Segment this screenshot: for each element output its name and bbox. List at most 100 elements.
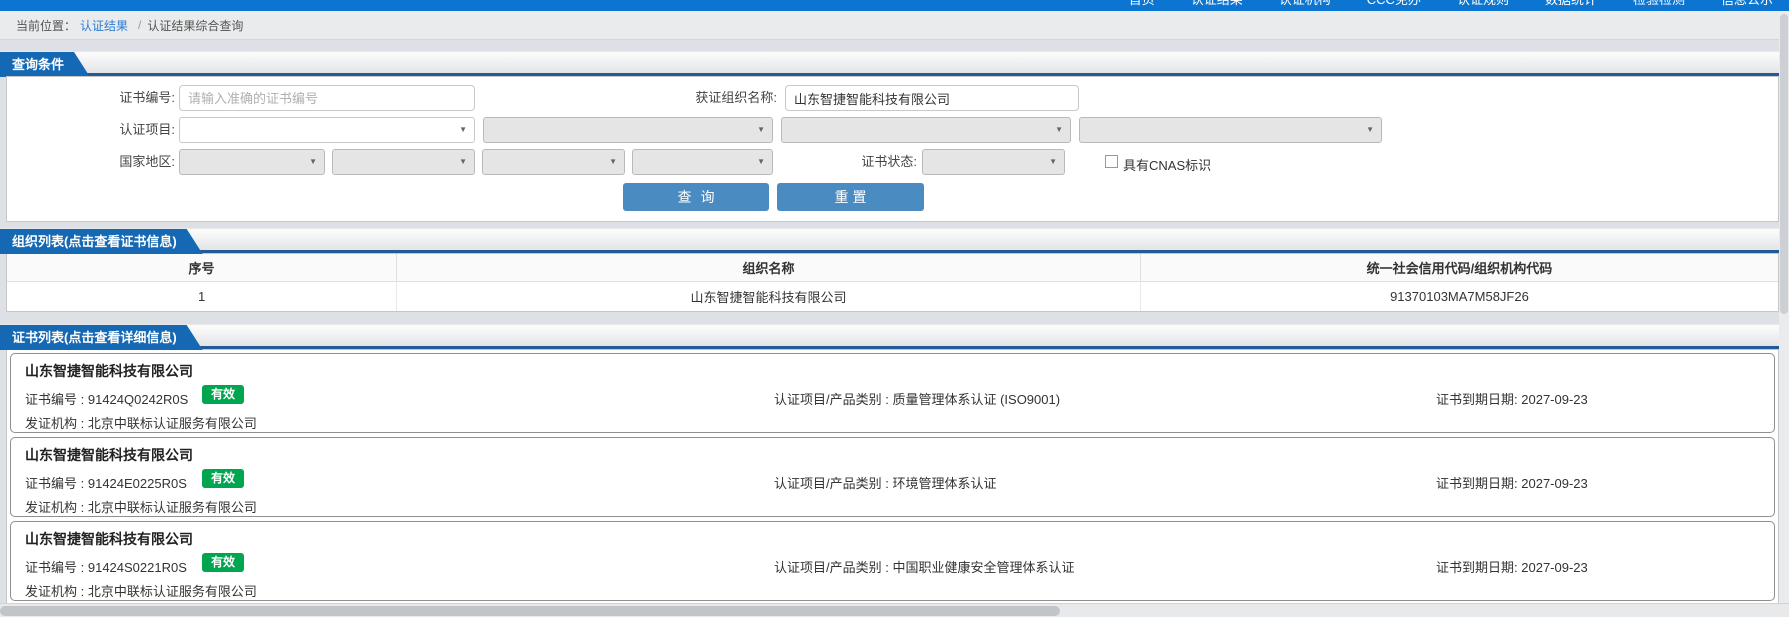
region-select-province[interactable] xyxy=(332,149,475,175)
nav-item-cert-bodies[interactable]: 认证机构 xyxy=(1279,0,1331,6)
cert-number-line: 证书编号 : 91424S0221R0S xyxy=(25,557,187,576)
cert-org-name: 山东智捷智能科技有限公司 xyxy=(25,447,193,463)
cert-category-value: 环境管理体系认证 xyxy=(892,476,997,491)
cert-issuer-line: 发证机构 : 北京中联标认证服务有限公司 xyxy=(25,581,257,600)
cert-number-line: 证书编号 : 91424Q0242R0S xyxy=(25,389,188,408)
cert-issuer-value: 北京中联标认证服务有限公司 xyxy=(87,500,257,515)
cert-number-input[interactable] xyxy=(179,85,475,111)
breadcrumb-prefix: 当前位置： xyxy=(16,18,77,33)
cert-card-3[interactable]: 山东智捷智能科技有限公司 证书编号 : 91424S0221R0S 有效 认证项… xyxy=(10,521,1775,601)
query-form-panel: 证书编号: 获证组织名称: 认证项目: 国家地区: 证书状态: 具有CNAS标识… xyxy=(6,76,1779,222)
reset-button[interactable]: 重置 xyxy=(777,183,924,211)
org-name-input[interactable] xyxy=(785,85,1079,111)
nav-item-statistics[interactable]: 数据统计 xyxy=(1545,0,1597,6)
cert-org-name: 山东智捷智能科技有限公司 xyxy=(25,531,193,547)
org-list-strip: 组织列表(点击查看证书信息) xyxy=(0,228,1779,253)
project-select-level2[interactable] xyxy=(483,117,773,143)
project-select-level1[interactable] xyxy=(179,117,475,143)
cert-issuer-line: 发证机构 : 北京中联标认证服务有限公司 xyxy=(25,413,257,432)
cert-expiry-label: 证书到期日期: xyxy=(1436,392,1518,407)
cert-number-label: 证书编号: xyxy=(119,90,175,105)
top-nav-menu: 首页 认证结果 认证机构 CCC免办 认证规则 数据统计 检验检测 信息公示 xyxy=(1129,0,1773,6)
cert-project-label: 认证项目: xyxy=(119,122,175,137)
cert-expiry-line: 证书到期日期: 2027-09-23 xyxy=(1436,473,1588,492)
query-conditions-tab: 查询条件 xyxy=(0,52,90,77)
cert-issuer-value: 北京中联标认证服务有限公司 xyxy=(87,416,257,431)
nav-item-ccc[interactable]: CCC免办 xyxy=(1367,0,1421,6)
nav-item-cert-results[interactable]: 认证结果 xyxy=(1191,0,1243,6)
region-label: 国家地区: xyxy=(119,154,175,169)
cert-number-value: 91424S0221R0S xyxy=(87,560,187,575)
org-col-code: 统一社会信用代码/组织机构代码 xyxy=(1139,254,1778,282)
cert-card-2[interactable]: 山东智捷智能科技有限公司 证书编号 : 91424E0225R0S 有效 认证项… xyxy=(10,437,1775,517)
cert-category-line: 认证项目/产品类别 : 环境管理体系认证 xyxy=(774,473,996,492)
cert-list-strip: 证书列表(点击查看详细信息) xyxy=(0,324,1779,349)
cnas-checkbox-label: 具有CNAS标识 xyxy=(1123,158,1212,173)
cert-expiry-value: 2027-09-23 xyxy=(1521,560,1588,575)
status-badge: 有效 xyxy=(202,385,245,404)
org-col-name: 组织名称 xyxy=(396,254,1141,282)
cert-status-label: 证书状态: xyxy=(861,154,917,169)
nav-item-inspection[interactable]: 检验检测 xyxy=(1633,0,1685,6)
project-select-level4[interactable] xyxy=(1079,117,1382,143)
nav-item-home[interactable]: 首页 xyxy=(1129,0,1155,6)
region-select-district[interactable] xyxy=(632,149,773,175)
cert-card-1[interactable]: 山东智捷智能科技有限公司 证书编号 : 91424Q0242R0S 有效 认证项… xyxy=(10,353,1775,433)
cert-number-line: 证书编号 : 91424E0225R0S xyxy=(25,473,187,492)
cert-category-line: 认证项目/产品类别 : 中国职业健康安全管理体系认证 xyxy=(774,557,1074,576)
cert-issuer-line: 发证机构 : 北京中联标认证服务有限公司 xyxy=(25,497,257,516)
horizontal-scrollbar-thumb[interactable] xyxy=(0,606,1060,616)
cert-issuer-value: 北京中联标认证服务有限公司 xyxy=(87,584,257,599)
org-list-tab: 组织列表(点击查看证书信息) xyxy=(0,229,203,254)
cert-number-label: 证书编号 : xyxy=(25,476,85,491)
cert-org-name: 山东智捷智能科技有限公司 xyxy=(25,363,193,379)
region-select-country[interactable] xyxy=(179,149,325,175)
cert-expiry-value: 2027-09-23 xyxy=(1521,476,1588,491)
cert-category-value: 质量管理体系认证 (ISO9001) xyxy=(892,392,1061,407)
cert-issuer-label: 发证机构 : xyxy=(25,584,85,599)
cert-status-select[interactable] xyxy=(922,149,1065,175)
breadcrumb-link-cert-results[interactable]: 认证结果 xyxy=(80,17,128,34)
org-list-panel: 序号 组织名称 统一社会信用代码/组织机构代码 1 山东智捷智能科技有限公司 9… xyxy=(6,253,1779,312)
cert-expiry-label: 证书到期日期: xyxy=(1436,560,1518,575)
cnas-checkbox[interactable] xyxy=(1105,155,1118,168)
org-table-header-row: 序号 组织名称 统一社会信用代码/组织机构代码 xyxy=(7,254,1778,282)
cert-list-tab: 证书列表(点击查看详细信息) xyxy=(0,325,203,350)
top-navigation-bar: 首页 认证结果 认证机构 CCC免办 认证规则 数据统计 检验检测 信息公示 xyxy=(0,0,1789,11)
org-table-row[interactable]: 1 山东智捷智能科技有限公司 91370103MA7M58JF26 xyxy=(7,280,1778,311)
breadcrumb-separator: / xyxy=(138,18,142,32)
project-select-level3[interactable] xyxy=(781,117,1071,143)
cert-category-label: 认证项目/产品类别 : xyxy=(774,392,889,407)
cert-category-value: 中国职业健康安全管理体系认证 xyxy=(892,560,1075,575)
nav-item-public-info[interactable]: 信息公示 xyxy=(1721,0,1773,6)
query-conditions-strip: 查询条件 xyxy=(0,51,1779,76)
org-table: 序号 组织名称 统一社会信用代码/组织机构代码 1 山东智捷智能科技有限公司 9… xyxy=(7,254,1778,311)
region-select-city[interactable] xyxy=(482,149,625,175)
cert-issuer-label: 发证机构 : xyxy=(25,416,85,431)
breadcrumb: 当前位置： 认证结果 / 认证结果综合查询 xyxy=(0,11,1789,40)
horizontal-scrollbar[interactable] xyxy=(0,603,1789,617)
org-row-code: 91370103MA7M58JF26 xyxy=(1139,280,1778,311)
nav-item-cert-rules[interactable]: 认证规则 xyxy=(1457,0,1509,6)
breadcrumb-current-page: 认证结果综合查询 xyxy=(147,18,244,33)
cert-category-line: 认证项目/产品类别 : 质量管理体系认证 (ISO9001) xyxy=(774,389,1060,408)
cert-expiry-line: 证书到期日期: 2027-09-23 xyxy=(1436,557,1588,576)
search-button[interactable]: 查询 xyxy=(623,183,769,211)
cert-category-label: 认证项目/产品类别 : xyxy=(774,476,889,491)
status-badge: 有效 xyxy=(202,553,245,572)
status-badge: 有效 xyxy=(202,469,245,488)
cert-expiry-label: 证书到期日期: xyxy=(1436,476,1518,491)
vertical-scrollbar-thumb[interactable] xyxy=(1780,14,1788,314)
cert-number-value: 91424E0225R0S xyxy=(87,476,187,491)
org-row-name[interactable]: 山东智捷智能科技有限公司 xyxy=(396,280,1141,311)
vertical-scrollbar[interactable] xyxy=(1779,11,1789,603)
cert-list-panel: 山东智捷智能科技有限公司 证书编号 : 91424Q0242R0S 有效 认证项… xyxy=(6,349,1779,605)
cert-issuer-label: 发证机构 : xyxy=(25,500,85,515)
cert-number-label: 证书编号 : xyxy=(25,392,85,407)
org-name-label: 获证组织名称: xyxy=(695,90,777,105)
org-row-index: 1 xyxy=(7,280,398,311)
cert-number-label: 证书编号 : xyxy=(25,560,85,575)
cert-category-label: 认证项目/产品类别 : xyxy=(774,560,889,575)
cert-number-value: 91424Q0242R0S xyxy=(87,392,189,407)
org-col-index: 序号 xyxy=(7,254,398,282)
